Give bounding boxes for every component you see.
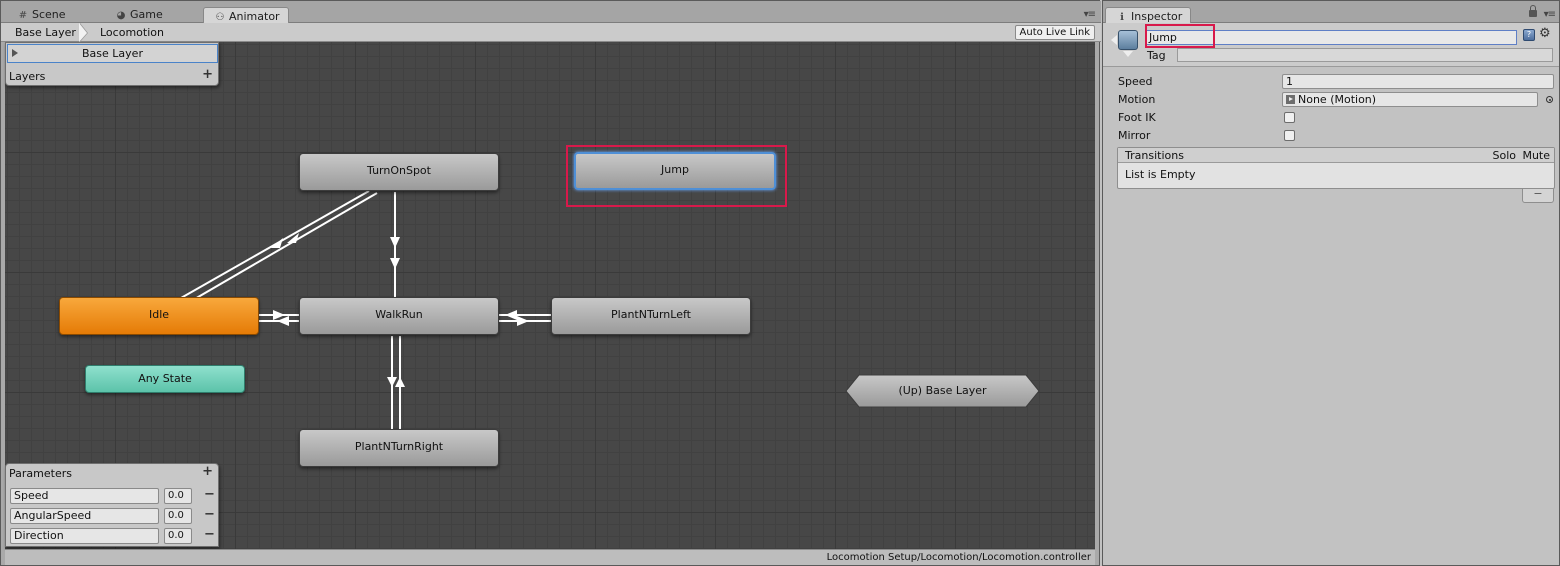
layer-name: Base Layer (82, 47, 143, 60)
inspector-menu-icon[interactable]: ▾≡ (1544, 9, 1556, 20)
layers-title: Layers (9, 70, 46, 83)
tab-inspector-label: Inspector (1131, 10, 1183, 23)
controller-path: Locomotion Setup/Locomotion/Locomotion.c… (826, 552, 1091, 563)
parameter-row: Speed 0.0 − (10, 487, 216, 504)
add-parameter-button[interactable]: + (202, 464, 213, 479)
inspector-tabbar: ℹ Inspector ▾≡ (1103, 1, 1559, 24)
name-highlight-box (1145, 24, 1215, 48)
state-any-state[interactable]: Any State (85, 365, 245, 393)
state-idle[interactable]: Idle (59, 297, 259, 335)
motion-field[interactable]: None (Motion) (1282, 92, 1538, 107)
transitions-title: Transitions (1125, 149, 1184, 162)
add-layer-button[interactable]: + (202, 67, 213, 82)
object-picker-icon[interactable] (1546, 96, 1553, 103)
arrow-left-icon (1111, 35, 1117, 45)
tab-animator-label: Animator (229, 10, 280, 23)
tab-game[interactable]: ◕ Game (105, 6, 171, 23)
remove-parameter-button[interactable]: − (204, 527, 215, 542)
animator-window: # Scene ◕ Game ⚇ Animator ▾≡ Base Layer Loc… (0, 0, 1101, 566)
state-plant-n-turn-right[interactable]: PlantNTurnRight (299, 429, 499, 467)
parameter-name-angular-speed[interactable]: AngularSpeed (10, 508, 159, 524)
tab-scene[interactable]: # Scene (7, 6, 74, 23)
breadcrumb-separator-face (79, 23, 87, 42)
parameter-value-speed[interactable]: 0.0 (164, 488, 192, 504)
motion-label: Motion (1118, 93, 1156, 106)
animator-state-icon (1118, 30, 1138, 50)
tag-input[interactable] (1177, 48, 1553, 62)
tab-scene-label: Scene (32, 8, 66, 21)
motion-clip-icon (1286, 95, 1295, 104)
speed-field[interactable]: 1 (1282, 74, 1554, 89)
parameter-row: AngularSpeed 0.0 − (10, 507, 216, 524)
mute-column-header: Mute (1522, 149, 1550, 162)
expand-triangle-icon[interactable] (12, 49, 18, 57)
status-bar: Locomotion Setup/Locomotion/Locomotion.c… (5, 549, 1095, 565)
arrow-down-icon (1123, 51, 1133, 57)
parameter-value-angular-speed[interactable]: 0.0 (164, 508, 192, 524)
remove-parameter-button[interactable]: − (204, 507, 215, 522)
up-base-layer-label: (Up) Base Layer (898, 384, 987, 397)
state-walk-run[interactable]: WalkRun (299, 297, 499, 335)
parameter-row: Direction 0.0 − (10, 527, 216, 544)
transitions-list: Transitions Solo Mute List is Empty (1117, 147, 1555, 189)
state-up-base-layer[interactable]: (Up) Base Layer (845, 374, 1040, 408)
mirror-checkbox[interactable] (1284, 130, 1295, 141)
parameters-title: Parameters (9, 467, 72, 480)
transitions-empty-text: List is Empty (1125, 168, 1196, 181)
jump-highlight-box (566, 145, 787, 207)
tab-menu-icon[interactable]: ▾≡ (1084, 9, 1096, 20)
breadcrumb-base-layer[interactable]: Base Layer (7, 23, 84, 42)
breadcrumb: Base Layer Locomotion Auto Live Link (1, 23, 1101, 42)
remove-parameter-button[interactable]: − (204, 487, 215, 502)
gear-icon[interactable]: ⚙ (1539, 26, 1551, 41)
layer-base-layer[interactable]: Base Layer (7, 44, 218, 63)
motion-value: None (Motion) (1298, 93, 1377, 106)
solo-column-header: Solo (1492, 149, 1517, 162)
tab-game-label: Game (130, 8, 163, 21)
lock-icon[interactable] (1529, 5, 1537, 17)
tab-inspector[interactable]: ℹ Inspector (1105, 7, 1192, 24)
animator-tabbar: # Scene ◕ Game ⚇ Animator ▾≡ (1, 1, 1101, 24)
state-plant-n-turn-left[interactable]: PlantNTurnLeft (551, 297, 751, 335)
breadcrumb-locomotion[interactable]: Locomotion (89, 23, 172, 42)
auto-live-link-button[interactable]: Auto Live Link (1014, 25, 1095, 40)
tag-label: Tag (1147, 49, 1166, 62)
transitions-header: Transitions Solo Mute (1118, 148, 1554, 163)
state-turn-on-spot[interactable]: TurnOnSpot (299, 153, 499, 191)
inspector-header: Jump ? ⚙ Tag (1103, 23, 1559, 67)
game-icon: ◕ (116, 10, 126, 21)
scene-icon: # (18, 10, 28, 21)
foot-ik-label: Foot IK (1118, 111, 1156, 124)
foot-ik-checkbox[interactable] (1284, 112, 1295, 123)
speed-label: Speed (1118, 75, 1153, 88)
remove-transition-button[interactable]: − (1522, 188, 1554, 203)
help-book-icon[interactable]: ? (1523, 29, 1535, 41)
parameters-panel: Parameters + Speed 0.0 − AngularSpeed 0.… (5, 463, 219, 547)
tab-animator[interactable]: ⚇ Animator (203, 7, 289, 24)
inspector-window: ℹ Inspector ▾≡ Jump ? ⚙ Tag Speed 1 Motio… (1102, 0, 1560, 566)
parameter-name-speed[interactable]: Speed (10, 488, 159, 504)
parameter-value-direction[interactable]: 0.0 (164, 528, 192, 544)
layers-panel: Base Layer Layers + (5, 42, 219, 86)
mirror-label: Mirror (1118, 129, 1151, 142)
parameter-name-direction[interactable]: Direction (10, 528, 159, 544)
